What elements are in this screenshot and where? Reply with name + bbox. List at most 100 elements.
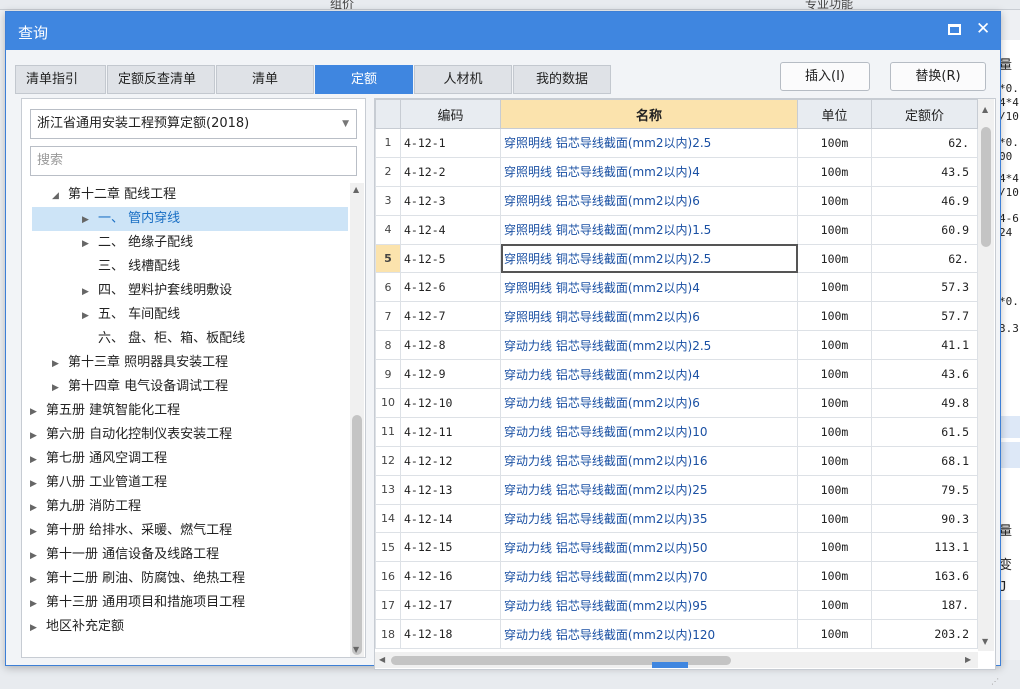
scroll-up-icon[interactable]: ▲ <box>353 185 359 194</box>
row-number[interactable]: 13 <box>375 474 401 505</box>
cell-code[interactable]: 4-12-5 <box>400 243 501 274</box>
cell-code[interactable]: 4-12-10 <box>400 388 501 418</box>
cell-code[interactable]: 4-12-11 <box>400 416 501 447</box>
cell-name[interactable]: 穿动力线 铝芯导线截面(mm2以内)10 <box>500 416 798 447</box>
expand-icon[interactable]: ▶ <box>30 472 46 496</box>
row-number[interactable]: 5 <box>375 243 401 274</box>
cell-price[interactable]: 68.1 <box>871 445 978 476</box>
tree-node[interactable]: ▶ 第七册 通风空调工程 <box>30 447 167 471</box>
table-row[interactable]: 8 4-12-8 穿动力线 铝芯导线截面(mm2以内)2.5 100m 41.1 <box>375 330 978 361</box>
cell-unit[interactable]: 100m <box>797 445 872 476</box>
cell-price[interactable]: 90.3 <box>871 503 978 534</box>
cell-unit[interactable]: 100m <box>797 532 872 563</box>
tree-node[interactable]: ▶ 第八册 工业管道工程 <box>30 471 167 495</box>
scroll-down-icon[interactable]: ▼ <box>353 645 359 654</box>
row-number[interactable]: 9 <box>375 359 401 390</box>
cell-unit[interactable]: 100m <box>797 272 872 303</box>
cell-code[interactable]: 4-12-2 <box>400 156 501 187</box>
cell-name[interactable]: 穿动力线 铝芯导线截面(mm2以内)35 <box>500 503 798 534</box>
row-number[interactable]: 7 <box>375 301 401 332</box>
scroll-down-icon[interactable]: ▼ <box>982 637 988 646</box>
tree-node-selected[interactable]: ▶ 一、 管内穿线 <box>32 207 348 231</box>
row-number[interactable]: 11 <box>375 416 401 447</box>
cell-code[interactable]: 4-12-17 <box>400 590 501 621</box>
tab-labor-material-machine[interactable]: 人材机 <box>414 65 512 94</box>
row-number[interactable]: 18 <box>375 619 401 650</box>
tree-node[interactable]: ▶ 五、 车间配线 <box>82 303 180 327</box>
cell-price[interactable]: 113.1 <box>871 532 978 563</box>
row-number[interactable]: 14 <box>375 503 401 534</box>
cell-unit[interactable]: 100m <box>797 156 872 187</box>
cell-unit[interactable]: 100m <box>797 503 872 534</box>
table-row[interactable]: 6 4-12-6 穿照明线 铜芯导线截面(mm2以内)4 100m 57.3 <box>375 272 978 303</box>
row-number[interactable]: 8 <box>375 330 401 361</box>
tab-quota-reverse-lookup[interactable]: 定额反查清单 <box>107 65 215 94</box>
column-header-name[interactable]: 名称 <box>500 99 798 129</box>
cell-name[interactable]: 穿照明线 铝芯导线截面(mm2以内)6 <box>500 185 798 216</box>
tree-node[interactable]: ◢ 第十二章 配线工程 <box>52 183 176 207</box>
cell-code[interactable]: 4-12-15 <box>400 532 501 563</box>
scroll-up-icon[interactable]: ▲ <box>982 105 988 114</box>
tree-node[interactable]: ▶ 地区补充定额 <box>30 615 124 639</box>
cell-unit[interactable]: 100m <box>797 243 872 274</box>
table-row[interactable]: 7 4-12-7 穿照明线 铜芯导线截面(mm2以内)6 100m 57.7 <box>375 301 978 332</box>
cell-name[interactable]: 穿照明线 铜芯导线截面(mm2以内)6 <box>500 301 798 332</box>
expand-icon[interactable]: ▶ <box>30 520 46 544</box>
insert-button[interactable]: 插入(I) <box>780 62 870 91</box>
cell-price[interactable]: 62. <box>871 243 978 274</box>
table-row[interactable]: 12 4-12-12 穿动力线 铝芯导线截面(mm2以内)16 100m 68.1 <box>375 445 978 476</box>
cell-name[interactable]: 穿动力线 铝芯导线截面(mm2以内)70 <box>500 561 798 592</box>
tab-my-data[interactable]: 我的数据 <box>513 65 611 94</box>
tree-scrollbar[interactable]: ▲ ▼ <box>350 183 364 657</box>
row-number[interactable]: 1 <box>375 128 401 158</box>
scroll-left-icon[interactable]: ◀ <box>379 655 385 664</box>
row-number[interactable]: 17 <box>375 590 401 621</box>
table-row[interactable]: 18 4-12-18 穿动力线 铝芯导线截面(mm2以内)120 100m 203.2 <box>375 619 978 650</box>
cell-name[interactable]: 穿动力线 铝芯导线截面(mm2以内)95 <box>500 590 798 621</box>
cell-unit[interactable]: 100m <box>797 185 872 216</box>
cell-code[interactable]: 4-12-18 <box>400 619 501 650</box>
tree-node[interactable]: ▶ 四、 塑料护套线明敷设 <box>82 279 232 303</box>
quota-library-select[interactable]: 浙江省通用安装工程预算定额(2018) ▼ <box>30 109 357 139</box>
tab-list-guide[interactable]: 清单指引 <box>15 65 106 94</box>
expand-icon[interactable]: ▶ <box>30 400 46 424</box>
tree-node[interactable]: ▶ 第九册 消防工程 <box>30 495 141 519</box>
table-row[interactable]: 9 4-12-9 穿动力线 铝芯导线截面(mm2以内)4 100m 43.6 <box>375 359 978 390</box>
cell-price[interactable]: 57.3 <box>871 272 978 303</box>
expand-icon[interactable]: ▶ <box>82 232 98 256</box>
cell-price[interactable]: 203.2 <box>871 619 978 650</box>
maximize-icon[interactable] <box>948 24 961 35</box>
cell-code[interactable]: 4-12-4 <box>400 214 501 245</box>
table-row[interactable]: 16 4-12-16 穿动力线 铝芯导线截面(mm2以内)70 100m 163.6 <box>375 561 978 592</box>
close-icon[interactable]: ✕ <box>976 19 990 39</box>
cell-price[interactable]: 62. <box>871 128 978 158</box>
table-row[interactable]: 2 4-12-2 穿照明线 铝芯导线截面(mm2以内)4 100m 43.5 <box>375 156 978 187</box>
cell-price[interactable]: 79.5 <box>871 474 978 505</box>
search-input[interactable]: 搜索 <box>30 146 357 176</box>
table-row[interactable]: 4 4-12-4 穿照明线 铜芯导线截面(mm2以内)1.5 100m 60.9 <box>375 214 978 245</box>
cell-price[interactable]: 61.5 <box>871 416 978 447</box>
cell-price[interactable]: 43.5 <box>871 156 978 187</box>
cell-code[interactable]: 4-12-6 <box>400 272 501 303</box>
expand-icon[interactable]: ▶ <box>30 448 46 472</box>
row-number[interactable]: 3 <box>375 185 401 216</box>
cell-code[interactable]: 4-12-12 <box>400 445 501 476</box>
cell-code[interactable]: 4-12-16 <box>400 561 501 592</box>
cell-unit[interactable]: 100m <box>797 388 872 418</box>
cell-name[interactable]: 穿照明线 铜芯导线截面(mm2以内)4 <box>500 272 798 303</box>
cell-code[interactable]: 4-12-9 <box>400 359 501 390</box>
tree-node[interactable]: ▶ 第十四章 电气设备调试工程 <box>52 375 228 399</box>
table-row[interactable]: 15 4-12-15 穿动力线 铝芯导线截面(mm2以内)50 100m 113.1 <box>375 532 978 563</box>
cell-unit[interactable]: 100m <box>797 359 872 390</box>
row-number[interactable]: 4 <box>375 214 401 245</box>
cell-price[interactable]: 43.6 <box>871 359 978 390</box>
cell-name[interactable]: 穿照明线 铜芯导线截面(mm2以内)2.5 <box>500 243 798 274</box>
table-row[interactable]: 17 4-12-17 穿动力线 铝芯导线截面(mm2以内)95 100m 187. <box>375 590 978 621</box>
row-number[interactable]: 16 <box>375 561 401 592</box>
cell-price[interactable]: 187. <box>871 590 978 621</box>
grid-vertical-scrollbar[interactable]: ▲ ▼ <box>978 99 994 651</box>
table-row[interactable]: 10 4-12-10 穿动力线 铝芯导线截面(mm2以内)6 100m 49.8 <box>375 388 978 418</box>
cell-price[interactable]: 57.7 <box>871 301 978 332</box>
cell-price[interactable]: 49.8 <box>871 388 978 418</box>
tree-node[interactable]: 三、 线槽配线 <box>82 255 180 279</box>
